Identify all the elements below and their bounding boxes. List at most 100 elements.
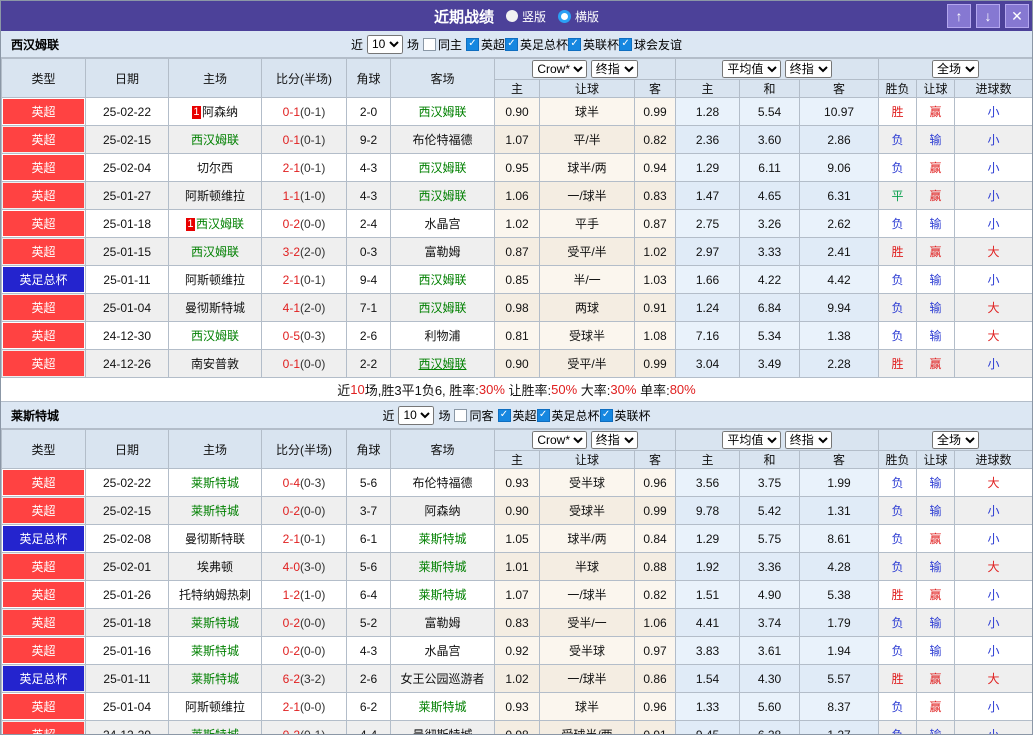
league-filter-checkbox[interactable]: ✓英联杯 [568,36,619,53]
away-team-link[interactable]: 水晶宫 [424,217,460,231]
home-team-link[interactable]: 西汉姆联 [191,133,239,147]
away-team-link[interactable]: 布伦特福德 [412,133,472,147]
handicap-result-cell: 输 [917,497,955,525]
home-team-link[interactable]: 阿斯顿维拉 [185,700,245,714]
home-team-link[interactable]: 阿斯顿维拉 [185,189,245,203]
away-team-link[interactable]: 西汉姆联 [418,161,466,175]
league-cell: 英超 [2,609,86,637]
away-team-cell: 西汉姆联 [391,154,495,182]
corner-cell: 2-6 [347,322,391,350]
away-team-link[interactable]: 西汉姆联 [418,189,466,203]
league-badge: 英超 [3,470,84,495]
move-up-button[interactable]: ↑ [947,4,971,28]
close-button[interactable]: ✕ [1005,4,1029,28]
away-team-link[interactable]: 莱斯特城 [418,560,466,574]
home-team-link[interactable]: 西汉姆联 [196,217,244,231]
away-team-link[interactable]: 水晶宫 [424,644,460,658]
checkbox-checked-icon: ✓ [466,38,479,51]
avg-away-cell: 4.28 [800,553,879,581]
fulltime-score: 0-1 [283,133,300,147]
move-down-button[interactable]: ↓ [976,4,1000,28]
away-team-link[interactable]: 莱斯特城 [418,588,466,602]
col-handicap-result: 让球 [917,80,955,98]
layout-vertical-radio[interactable]: 竖版 [506,8,546,25]
league-cell: 英超 [2,322,86,350]
home-team-link[interactable]: 莱斯特城 [191,728,239,735]
halftime-score: (0-3) [300,329,325,343]
away-team-link[interactable]: 西汉姆联 [418,301,466,315]
avg-draw-cell: 6.28 [740,721,800,735]
match-count-select[interactable]: 10 [398,406,434,425]
home-team-link[interactable]: 莱斯特城 [191,504,239,518]
home-team-link[interactable]: 南安普敦 [191,357,239,371]
corner-cell: 9-4 [347,266,391,294]
close-icon: ✕ [1011,8,1023,25]
handicap-result-cell: 赢 [917,238,955,266]
score-cell: 1-2(1-0) [262,581,347,609]
away-team-link[interactable]: 富勒姆 [424,616,460,630]
same-away-checkbox[interactable]: 同客 [454,407,493,424]
league-filter-checkbox[interactable]: ✓英足总杯 [505,36,568,53]
average-select[interactable]: 平均值 [722,431,781,449]
odds-stage-select[interactable]: 终指 [591,60,638,78]
corner-cell: 4-3 [347,182,391,210]
average-select[interactable]: 平均值 [722,60,781,78]
odds-home-cell: 0.83 [495,609,540,637]
odds-away-cell: 0.99 [635,350,676,378]
goals-result-cell: 小 [955,182,1033,210]
league-filter-checkbox[interactable]: ✓英超 [466,36,505,53]
league-badge: 英超 [3,638,84,663]
league-filter-checkbox[interactable]: ✓英超 [498,407,537,424]
odds-provider-select[interactable]: Crow* [532,431,587,449]
average-stage-select[interactable]: 终指 [785,60,832,78]
scope-select[interactable]: 全场 [932,60,979,78]
home-team-link[interactable]: 埃弗顿 [197,560,233,574]
handicap-result-cell: 输 [917,637,955,665]
scope-select[interactable]: 全场 [932,431,979,449]
away-team-link[interactable]: 莱斯特城 [418,700,466,714]
home-team-link[interactable]: 切尔西 [197,161,233,175]
average-stage-select[interactable]: 终指 [785,431,832,449]
home-team-link[interactable]: 托特纳姆热刺 [179,588,251,602]
home-team-cell: 曼彻斯特联 [169,525,262,553]
layout-horizontal-radio[interactable]: 横版 [558,8,599,25]
away-team-link[interactable]: 富勒姆 [424,245,460,259]
odds-away-cell: 0.99 [635,497,676,525]
away-team-link[interactable]: 莱斯特城 [418,532,466,546]
away-team-link[interactable]: 西汉姆联 [418,273,466,287]
odds-stage-select[interactable]: 终指 [591,431,638,449]
same-home-checkbox[interactable]: 同主 [423,36,462,53]
score-cell: 2-1(0-1) [262,525,347,553]
league-filter-checkbox[interactable]: ✓英足总杯 [537,407,600,424]
home-team-link[interactable]: 曼彻斯特城 [185,301,245,315]
home-team-link[interactable]: 莱斯特城 [191,476,239,490]
home-team-link[interactable]: 莱斯特城 [191,616,239,630]
home-team-link[interactable]: 曼彻斯特联 [185,532,245,546]
league-badge: 英超 [3,722,84,735]
match-count-select[interactable]: 10 [367,35,403,54]
home-team-link[interactable]: 莱斯特城 [191,644,239,658]
home-team-link[interactable]: 西汉姆联 [191,245,239,259]
league-filter-checkbox[interactable]: ✓球会友谊 [619,36,682,53]
away-team-link[interactable]: 布伦特福德 [412,476,472,490]
league-filter-label: 英超 [513,407,537,424]
home-team-link[interactable]: 阿森纳 [202,105,238,119]
date-cell: 25-01-26 [86,581,169,609]
away-team-link[interactable]: 西汉姆联 [418,357,466,371]
away-team-link[interactable]: 女王公园巡游者 [400,672,484,686]
away-team-link[interactable]: 利物浦 [424,329,460,343]
home-team-link[interactable]: 莱斯特城 [191,672,239,686]
away-team-link[interactable]: 西汉姆联 [418,105,466,119]
home-team-link[interactable]: 西汉姆联 [191,329,239,343]
league-cell: 英超 [2,350,86,378]
odds-away-cell: 0.82 [635,126,676,154]
odds-provider-select[interactable]: Crow* [532,60,587,78]
league-badge: 英超 [3,351,84,376]
window-buttons: ↑ ↓ ✕ [947,4,1029,28]
away-team-link[interactable]: 曼彻斯特城 [412,728,472,735]
scope-dropdown: 全场 [879,430,1033,451]
home-team-link[interactable]: 阿斯顿维拉 [185,273,245,287]
odds-home-cell: 0.92 [495,637,540,665]
league-filter-checkbox[interactable]: ✓英联杯 [600,407,651,424]
away-team-link[interactable]: 阿森纳 [424,504,460,518]
